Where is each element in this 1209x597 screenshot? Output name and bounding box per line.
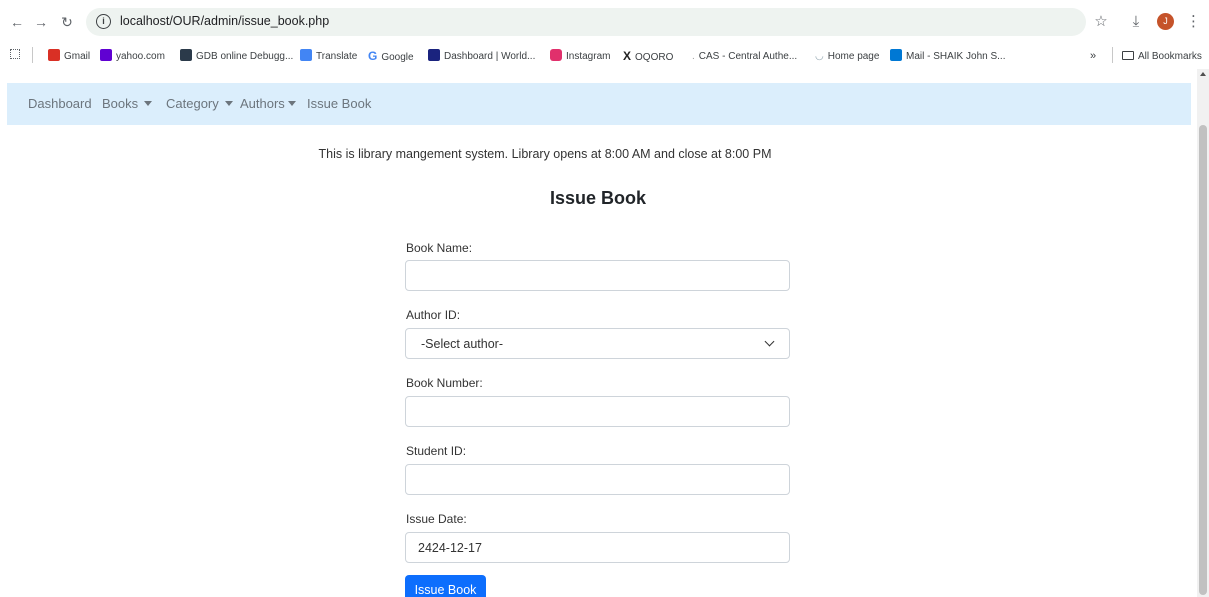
info-icon[interactable]: i — [96, 14, 111, 29]
bookmark-home[interactable]: ◡ Home page — [815, 48, 879, 65]
nav-issue-book[interactable]: Issue Book — [307, 96, 371, 111]
bookmark-oqoro[interactable]: X OQORO — [623, 48, 673, 65]
nav-dashboard[interactable]: Dashboard — [28, 96, 92, 111]
world-dashboard-icon — [428, 49, 440, 61]
apps-grid-icon[interactable] — [10, 48, 20, 65]
menu-dots-icon[interactable]: ⋮ — [1186, 11, 1201, 33]
download-icon[interactable]: ⤓ — [1127, 11, 1145, 33]
reload-icon[interactable]: ↻ — [56, 11, 78, 33]
bookmark-mail[interactable]: Mail - SHAIK John S... — [890, 48, 1005, 65]
chevron-down-icon — [764, 336, 775, 347]
bookmark-divider — [32, 47, 33, 63]
bookmark-instagram[interactable]: Instagram — [550, 48, 610, 65]
book-name-input[interactable] — [405, 260, 790, 291]
issue-book-button[interactable]: Issue Book — [405, 575, 486, 597]
student-id-input[interactable] — [405, 464, 790, 495]
oqoro-icon: X — [623, 49, 632, 63]
star-icon[interactable]: ☆ — [1092, 11, 1110, 33]
translate-icon — [300, 49, 312, 61]
scroll-thumb[interactable] — [1199, 125, 1207, 595]
bookmark-cas[interactable]: . CAS - Central Authe... — [692, 48, 797, 65]
more-bookmarks-button[interactable]: » — [1090, 48, 1096, 65]
address-bar[interactable]: i localhost/OUR/admin/issue_book.php — [86, 8, 1086, 36]
bookmark-divider — [1112, 47, 1113, 63]
browser-toolbar: ← → ↻ i localhost/OUR/admin/issue_book.p… — [0, 0, 1209, 44]
nav-authors-dropdown[interactable]: Authors — [240, 96, 296, 111]
caret-down-icon — [144, 101, 153, 106]
bookmark-yahoo[interactable]: yahoo.com — [100, 48, 165, 65]
book-name-label: Book Name: — [406, 241, 473, 255]
author-id-label: Author ID: — [406, 308, 461, 322]
bookmark-translate[interactable]: Translate — [300, 48, 357, 65]
caret-down-icon — [287, 101, 296, 106]
gdb-icon — [180, 49, 192, 61]
gmail-icon — [48, 49, 60, 61]
caret-down-icon — [224, 101, 233, 106]
folder-icon — [1122, 51, 1134, 60]
book-number-input[interactable] — [405, 396, 790, 427]
author-select-value: -Select author- — [421, 337, 503, 351]
nav-category-dropdown[interactable]: Category — [166, 96, 233, 111]
student-id-label: Student ID: — [406, 444, 467, 458]
yahoo-mail-icon — [100, 49, 112, 61]
google-icon: G — [368, 49, 378, 63]
bookmark-google[interactable]: G Google — [368, 48, 414, 65]
issue-date-label: Issue Date: — [406, 512, 467, 526]
site-navbar: Dashboard Books Category Authors Issue B… — [7, 83, 1191, 125]
outlook-icon — [890, 49, 902, 61]
bookmarks-bar: Gmail yahoo.com GDB online Debugg... Tra… — [0, 44, 1209, 69]
scroll-up-icon[interactable] — [1200, 72, 1206, 76]
url-text: localhost/OUR/admin/issue_book.php — [120, 14, 330, 28]
nav-books-dropdown[interactable]: Books — [102, 96, 153, 111]
cas-icon: . — [692, 51, 695, 62]
issue-date-input[interactable] — [405, 532, 790, 563]
all-bookmarks-button[interactable]: All Bookmarks — [1122, 48, 1202, 65]
book-number-label: Book Number: — [406, 376, 483, 390]
author-select[interactable]: -Select author- — [405, 328, 790, 359]
bookmark-dashboard[interactable]: Dashboard | World... — [428, 48, 535, 65]
instagram-icon — [550, 49, 562, 61]
bookmark-gdb[interactable]: GDB online Debugg... — [180, 48, 293, 65]
back-arrow-icon[interactable]: ← — [6, 11, 28, 33]
forward-arrow-icon[interactable]: → — [30, 11, 52, 33]
browser-chrome: ← → ↻ i localhost/OUR/admin/issue_book.p… — [0, 0, 1209, 69]
library-notice: This is library mangement system. Librar… — [318, 147, 772, 161]
page-scrollbar[interactable] — [1197, 69, 1209, 597]
profile-avatar[interactable]: J — [1157, 13, 1174, 30]
bookmark-gmail[interactable]: Gmail — [48, 48, 90, 65]
page-title: Issue Book — [549, 188, 647, 208]
home-page-icon: ◡ — [815, 51, 824, 62]
